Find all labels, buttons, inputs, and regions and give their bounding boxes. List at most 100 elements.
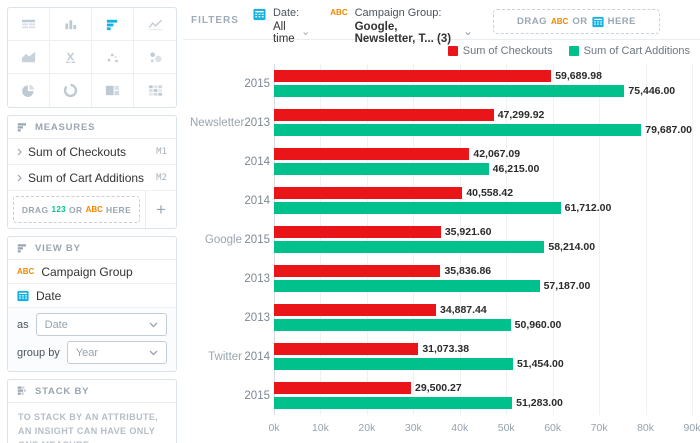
value-label: 75,446.00: [628, 85, 675, 97]
legend-swatch: [448, 46, 458, 56]
filters-label: FILTERS: [191, 15, 239, 26]
bar-cart-additions[interactable]: [274, 124, 641, 136]
value-label: 57,187.00: [544, 280, 591, 292]
bar-checkouts[interactable]: [274, 265, 440, 277]
viz-type-bar-chart-icon[interactable]: [92, 8, 134, 41]
value-label: 59,689.98: [555, 70, 602, 82]
measure-item[interactable]: Sum of Cart AdditionsM2: [8, 165, 176, 191]
date-as-select[interactable]: Date: [36, 313, 167, 336]
view-by-item[interactable]: ABCCampaign Group: [8, 260, 176, 284]
value-label: 50,960.00: [515, 319, 562, 331]
abc-icon: ABC: [86, 205, 103, 214]
x-tick-label: 90k: [684, 422, 700, 434]
viz-type-heatmap-icon[interactable]: [134, 74, 176, 107]
viz-type-bubble-chart-icon[interactable]: [134, 41, 176, 74]
legend-item[interactable]: Sum of Checkouts: [448, 45, 553, 57]
value-label: 51,454.00: [517, 358, 564, 370]
campaign-group-filter[interactable]: ABC Campaign Group: Google, Newsletter, …: [330, 7, 471, 45]
numeric-icon: 123: [51, 205, 66, 214]
bar-group: 35,921.60 58,214.00: [274, 226, 692, 253]
gridline: [692, 64, 693, 415]
viz-type-headline-icon[interactable]: [50, 41, 92, 74]
bar-checkouts[interactable]: [274, 187, 462, 199]
bar-group: 47,299.9279,687.00: [274, 109, 692, 136]
view-by-item-label: Campaign Group: [41, 265, 132, 279]
bar-group: 34,887.4450,960.00: [274, 304, 692, 331]
view-by-panel: VIEW BY ABCCampaign GroupDate as Date gr…: [7, 236, 177, 372]
abc-icon: ABC: [551, 17, 568, 26]
view-by-item[interactable]: Date: [8, 284, 176, 308]
bar-checkouts[interactable]: [274, 226, 441, 238]
chevron-right-icon: [17, 174, 22, 182]
bar-checkouts[interactable]: [274, 343, 418, 355]
bar-group: 59,689.98 75,446.00: [274, 70, 692, 97]
year-label: 2014: [242, 195, 270, 207]
year-label: 2015: [242, 234, 270, 246]
visualization-picker: [7, 7, 177, 108]
bar-checkouts[interactable]: [274, 148, 469, 160]
group-by-select[interactable]: Year: [67, 341, 167, 364]
year-label: 2013: [242, 273, 270, 285]
x-tick-label: 0k: [268, 422, 279, 434]
view-by-title: VIEW BY: [35, 243, 81, 254]
value-label: 79,687.00: [645, 124, 692, 136]
viz-type-scatter-plot-icon[interactable]: [92, 41, 134, 74]
measures-header: MEASURES: [8, 116, 176, 139]
viz-type-column-chart-icon[interactable]: [50, 8, 92, 41]
bar-group: 29,500.2751,283.00: [274, 382, 692, 409]
legend-label: Sum of Cart Additions: [584, 45, 690, 57]
x-tick-label: 30k: [405, 422, 422, 434]
legend-swatch: [569, 46, 579, 56]
value-label: 46,215.00: [493, 163, 540, 175]
year-label: 2013: [242, 117, 270, 129]
bar-cart-additions[interactable]: [274, 319, 511, 331]
viz-type-line-chart-icon[interactable]: [134, 8, 176, 41]
bar-line: 58,214.00: [274, 241, 692, 253]
filter-dropzone[interactable]: DRAG ABC OR HERE: [493, 9, 660, 34]
stack-by-panel: STACK BY TO STACK BY AN ATTRIBUTE, AN IN…: [7, 379, 177, 443]
measure-dropzone[interactable]: DRAG 123 OR ABC HERE: [13, 196, 140, 223]
viz-type-pie-chart-icon[interactable]: [8, 74, 50, 107]
x-tick-label: 80k: [637, 422, 654, 434]
bar-checkouts[interactable]: [274, 304, 436, 316]
viz-type-donut-chart-icon[interactable]: [50, 74, 92, 107]
viz-type-treemap-icon[interactable]: [92, 74, 134, 107]
bar-line: 51,454.00: [274, 358, 692, 370]
bar-line: 61,712.00: [274, 202, 692, 214]
bar-checkouts[interactable]: [274, 109, 494, 121]
viz-type-table-icon[interactable]: [8, 8, 50, 41]
bar-cart-additions[interactable]: [274, 85, 624, 97]
bar-line: 40,558.42: [274, 187, 692, 199]
bar-cart-additions[interactable]: [274, 241, 544, 253]
bar-cart-additions[interactable]: [274, 202, 561, 214]
legend-item[interactable]: Sum of Cart Additions: [569, 45, 690, 57]
chevron-down-icon: [303, 31, 308, 36]
value-label: 31,073.38: [422, 343, 469, 355]
measure-label: Sum of Cart Additions: [28, 171, 144, 185]
bar-checkouts[interactable]: [274, 382, 411, 394]
stack-by-title: STACK BY: [35, 386, 89, 397]
year-label: 2014: [242, 351, 270, 363]
viz-type-area-chart-icon[interactable]: [8, 41, 50, 74]
add-measure-button[interactable]: +: [145, 191, 176, 228]
bar-line: 57,187.00: [274, 280, 692, 292]
bar-line: 50,960.00: [274, 319, 692, 331]
bar-line: 42,067.09: [274, 148, 692, 160]
measures-title: MEASURES: [35, 122, 95, 133]
calendar-icon: [17, 290, 29, 302]
date-filter[interactable]: Date: All time: [253, 7, 308, 45]
calendar-icon: [592, 16, 604, 28]
bar-cart-additions[interactable]: [274, 397, 512, 409]
bar-cart-additions[interactable]: [274, 358, 513, 370]
bar-checkouts[interactable]: [274, 70, 551, 82]
measure-item[interactable]: Sum of CheckoutsM1: [8, 139, 176, 165]
bar-cart-additions[interactable]: [274, 280, 540, 292]
measures-icon: [17, 121, 29, 133]
year-label: 2014: [242, 156, 270, 168]
bar-cart-additions[interactable]: [274, 163, 489, 175]
bar-group: 40,558.42 61,712.00: [274, 187, 692, 214]
dropzone-text: OR: [69, 205, 83, 215]
measure-label: Sum of Checkouts: [28, 145, 126, 159]
view-by-icon: [17, 242, 29, 254]
value-label: 35,921.60: [445, 226, 492, 238]
